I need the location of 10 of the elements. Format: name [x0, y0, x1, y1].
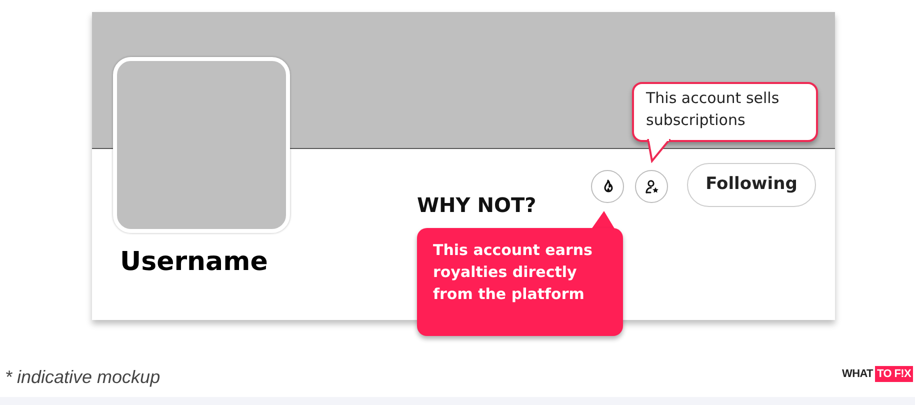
- caption: * indicative mockup: [5, 366, 160, 389]
- username: Username: [120, 248, 268, 277]
- logo-text: WHAT: [842, 367, 874, 382]
- following-button[interactable]: Following: [687, 163, 816, 207]
- person-star-icon: [644, 178, 660, 194]
- tooltip: This account earns royalties directly from the platform: [417, 228, 623, 336]
- tooltip-pointer: [646, 139, 672, 163]
- logo-text: TO F!X: [874, 366, 914, 382]
- tooltip: This account sells subscriptions: [632, 82, 818, 142]
- display-name: WHY NOT?: [417, 192, 536, 219]
